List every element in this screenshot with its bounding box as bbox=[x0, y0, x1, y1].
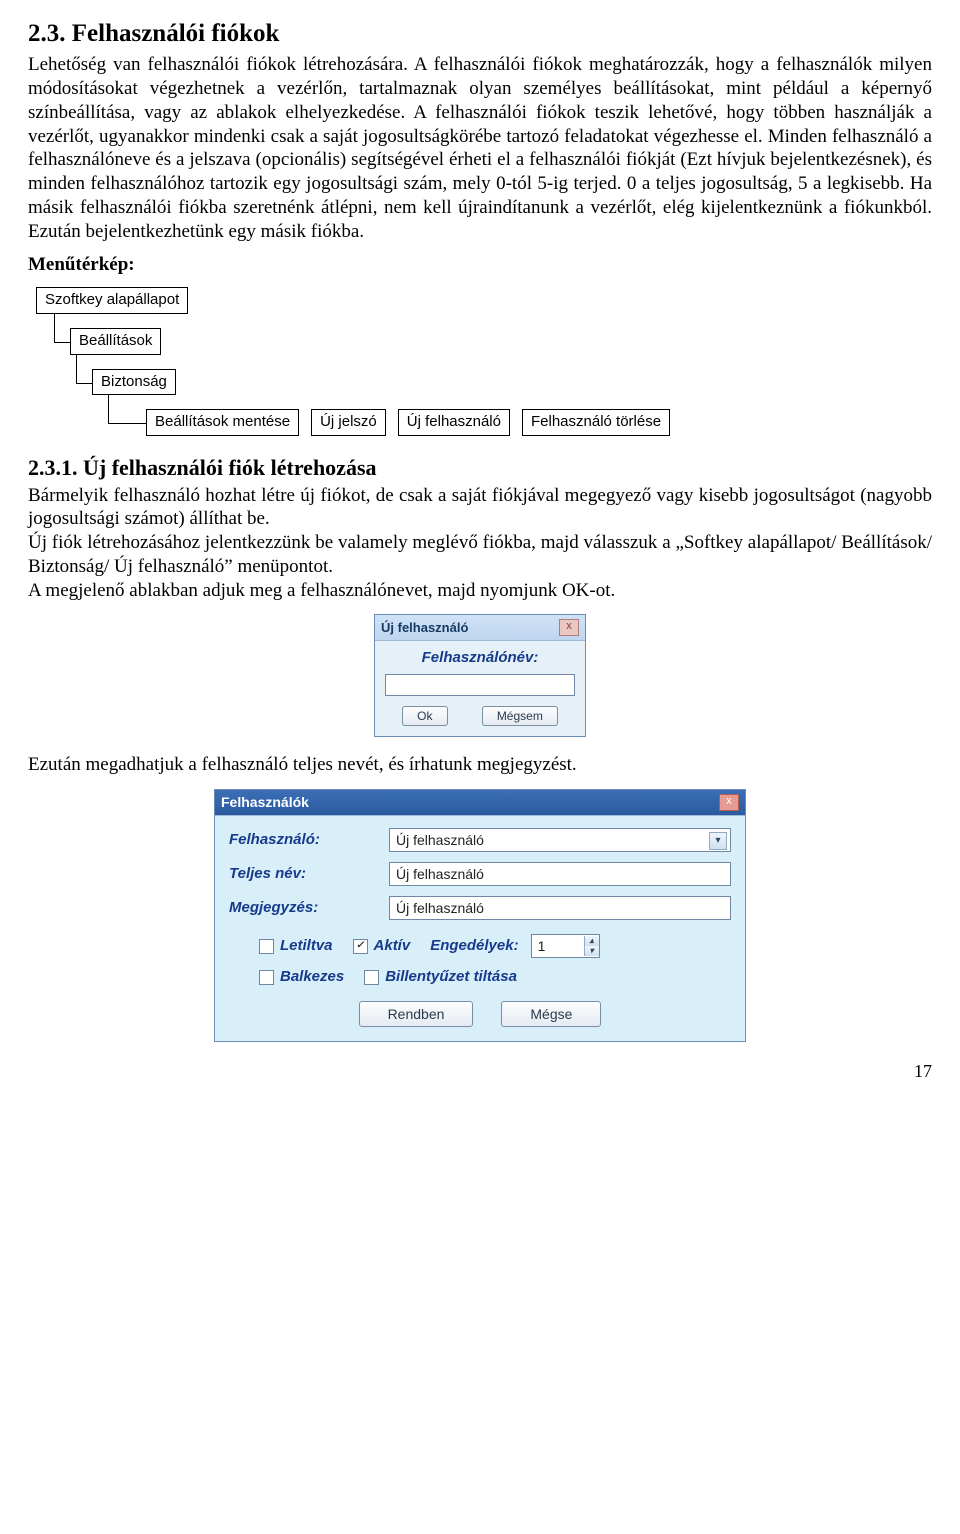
field-label-fullname: Teljes név: bbox=[229, 865, 389, 884]
dialog1-title: Új felhasználó bbox=[381, 620, 468, 636]
chevron-up-icon[interactable]: ▴ bbox=[584, 936, 599, 946]
checkbox-label-billentyuzet: Billentyűzet tiltása bbox=[385, 968, 517, 987]
subsection-title: Új felhasználói fiók létrehozása bbox=[83, 455, 377, 480]
checkbox-label-letiltva: Letiltva bbox=[280, 937, 333, 956]
close-icon[interactable]: x bbox=[719, 794, 739, 811]
checkbox-icon bbox=[259, 970, 274, 985]
ok-button[interactable]: Ok bbox=[402, 706, 447, 726]
chevron-down-icon[interactable]: ▾ bbox=[584, 946, 599, 956]
permissions-label: Engedélyek: bbox=[430, 937, 518, 956]
checkbox-icon bbox=[364, 970, 379, 985]
section-heading: 2.3. Felhasználói fiókok bbox=[28, 18, 932, 49]
subsection-heading: 2.3.1. Új felhasználói fiók létrehozása bbox=[28, 454, 932, 482]
checkbox-billentyuzet[interactable]: Billentyűzet tiltása bbox=[364, 968, 517, 987]
user-select-value: Új felhasználó bbox=[396, 832, 484, 850]
menu-tree: Szoftkey alapállapot Beállítások Biztons… bbox=[36, 287, 932, 436]
checkbox-balkezes[interactable]: Balkezes bbox=[259, 968, 344, 987]
subsection-body: Bármelyik felhasználó hozhat létre új fi… bbox=[28, 484, 932, 603]
checkbox-icon bbox=[259, 939, 274, 954]
tree-node-new-password: Új jelszó bbox=[311, 409, 386, 436]
section-number: 2.3. bbox=[28, 20, 66, 47]
note-value: Új felhasználó bbox=[396, 900, 484, 918]
subsection-number: 2.3.1. bbox=[28, 455, 78, 480]
tree-node-l2: Beállítások bbox=[70, 328, 161, 355]
ok-button[interactable]: Rendben bbox=[359, 1001, 474, 1027]
checkbox-label-aktiv: Aktív bbox=[374, 937, 411, 956]
close-icon[interactable]: x bbox=[559, 619, 579, 636]
users-dialog: Felhasználók x Felhasználó: Új felhaszná… bbox=[214, 789, 746, 1042]
cancel-button[interactable]: Mégsem bbox=[482, 706, 558, 726]
username-label: Felhasználónév: bbox=[385, 649, 575, 668]
page-number: 17 bbox=[28, 1060, 932, 1083]
username-input[interactable] bbox=[385, 674, 575, 696]
note-input[interactable]: Új felhasználó bbox=[389, 896, 731, 920]
permissions-field: Engedélyek: 1 ▴ ▾ bbox=[430, 934, 599, 958]
chevron-down-icon[interactable]: ▾ bbox=[709, 832, 727, 850]
intro-paragraph: Lehetőség van felhasználói fiókok létreh… bbox=[28, 53, 932, 243]
field-label-note: Megjegyzés: bbox=[229, 899, 389, 918]
tree-node-save-settings: Beállítások mentése bbox=[146, 409, 299, 436]
checkbox-icon: ✓ bbox=[353, 939, 368, 954]
dialog2-title: Felhasználók bbox=[221, 794, 309, 812]
user-select[interactable]: Új felhasználó ▾ bbox=[389, 828, 731, 852]
new-user-dialog: Új felhasználó x Felhasználónév: Ok Mégs… bbox=[374, 614, 586, 737]
field-label-user: Felhasználó: bbox=[229, 831, 389, 850]
fullname-input[interactable]: Új felhasználó bbox=[389, 862, 731, 886]
section-title: Felhasználói fiókok bbox=[72, 20, 280, 47]
after-dialog1-text: Ezután megadhatjuk a felhasználó teljes … bbox=[28, 753, 932, 777]
menumap-label: Menűtérkép: bbox=[28, 253, 932, 277]
cancel-button[interactable]: Mégse bbox=[501, 1001, 601, 1027]
tree-node-l3: Biztonság bbox=[92, 369, 176, 396]
checkbox-aktiv[interactable]: ✓ Aktív bbox=[353, 937, 411, 956]
permissions-value: 1 bbox=[532, 938, 584, 956]
permissions-stepper[interactable]: 1 ▴ ▾ bbox=[531, 934, 600, 958]
tree-node-delete-user: Felhasználó törlése bbox=[522, 409, 670, 436]
checkbox-letiltva[interactable]: Letiltva bbox=[259, 937, 333, 956]
fullname-value: Új felhasználó bbox=[396, 866, 484, 884]
tree-node-l1: Szoftkey alapállapot bbox=[36, 287, 188, 314]
tree-node-new-user: Új felhasználó bbox=[398, 409, 510, 436]
checkbox-label-balkezes: Balkezes bbox=[280, 968, 344, 987]
